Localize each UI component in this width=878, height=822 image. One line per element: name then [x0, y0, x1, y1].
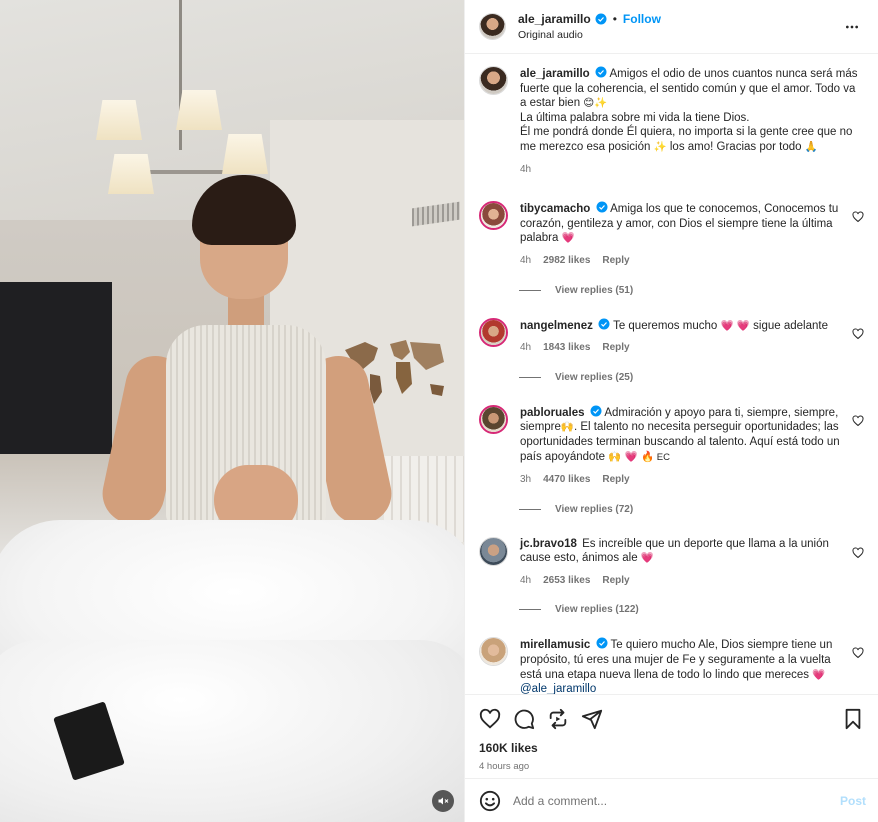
- verified-badge-icon: [590, 405, 602, 417]
- caption-time[interactable]: 4h: [520, 163, 531, 178]
- caption-text: La última palabra sobre mi vida la tiene…: [520, 111, 750, 124]
- comment-emoji: 🙌: [560, 421, 574, 434]
- share-paper-plane-icon[interactable]: [581, 708, 603, 730]
- comment-time[interactable]: 4h: [520, 341, 531, 356]
- view-replies-label: View replies (51): [555, 284, 634, 296]
- more-options-button[interactable]: [840, 15, 864, 39]
- reply-button[interactable]: Reply: [602, 574, 629, 589]
- comment-emoji: 🙌 💗 🔥: [608, 450, 655, 463]
- comment-username[interactable]: pabloruales: [520, 407, 585, 419]
- comment-text: sigue adelante: [749, 319, 828, 332]
- avatar[interactable]: [479, 536, 508, 566]
- separator-dot: •: [612, 12, 617, 26]
- view-replies-button[interactable]: View replies (122): [519, 604, 864, 615]
- author-username[interactable]: ale_jaramillo: [518, 12, 591, 26]
- avatar[interactable]: [479, 13, 506, 40]
- speaker-muted-icon: [438, 797, 449, 805]
- comment-emoji: 💗: [561, 232, 575, 245]
- emoji-picker-icon[interactable]: [479, 790, 501, 812]
- post-actions: 160K likes 4 hours ago: [465, 694, 878, 778]
- verified-badge-icon: [596, 201, 608, 213]
- avatar[interactable]: [479, 66, 508, 95]
- comment-emoji: 💗: [812, 668, 826, 681]
- post-dialog: ale_jaramillo • Follow Original audio al…: [0, 0, 878, 822]
- comment-username[interactable]: nangelmenez: [520, 320, 593, 332]
- like-comment-heart-icon[interactable]: [852, 547, 864, 559]
- post-timestamp[interactable]: 4 hours ago: [479, 761, 864, 772]
- comment-likes[interactable]: 1843 likes: [543, 341, 590, 356]
- avatar[interactable]: [479, 317, 508, 347]
- like-comment-heart-icon[interactable]: [852, 211, 864, 223]
- comment-likes[interactable]: 4470 likes: [543, 473, 590, 488]
- comment-time[interactable]: 4h: [520, 254, 531, 269]
- more-horizontal-icon: [846, 25, 858, 28]
- post-comment-button[interactable]: Post: [840, 794, 866, 808]
- follow-button[interactable]: Follow: [623, 12, 661, 26]
- view-replies-button[interactable]: View replies (72): [519, 504, 864, 515]
- comment-username[interactable]: jc.bravo18: [520, 538, 577, 550]
- comment-emoji: 💗 💗: [720, 319, 750, 332]
- comment-input[interactable]: [513, 793, 840, 808]
- like-heart-icon[interactable]: [479, 708, 501, 730]
- view-replies-label: View replies (25): [555, 371, 634, 383]
- post-caption: ale_jaramillo Amigos el odio de unos cua…: [479, 66, 864, 177]
- comment-time[interactable]: 4h: [520, 574, 531, 589]
- reply-button[interactable]: Reply: [602, 473, 629, 488]
- view-replies-button[interactable]: View replies (25): [519, 372, 864, 383]
- comment-username[interactable]: mirellamusic: [520, 639, 590, 651]
- avatar[interactable]: [479, 201, 508, 231]
- comment-item: jc.bravo18 Es increíble que un deporte q…: [479, 536, 864, 589]
- comment-bubble-icon[interactable]: [513, 708, 535, 730]
- post-side-panel: ale_jaramillo • Follow Original audio al…: [464, 0, 878, 822]
- post-video[interactable]: [0, 0, 464, 822]
- comment-emoji: 💗: [640, 552, 654, 565]
- comment-username[interactable]: tibycamacho: [520, 203, 590, 215]
- caption-username[interactable]: ale_jaramillo: [520, 68, 590, 80]
- post-header: ale_jaramillo • Follow Original audio: [465, 0, 878, 54]
- comments-list[interactable]: ale_jaramillo Amigos el odio de unos cua…: [465, 54, 878, 694]
- comment-text: Te queremos mucho: [613, 319, 721, 332]
- comment-likes[interactable]: 2982 likes: [543, 254, 590, 269]
- view-replies-label: View replies (122): [555, 604, 639, 616]
- comment-time[interactable]: 3h: [520, 473, 531, 488]
- audio-label[interactable]: Original audio: [518, 29, 840, 41]
- comment-likes[interactable]: 2653 likes: [543, 574, 590, 589]
- verified-badge-icon: [596, 637, 608, 649]
- like-comment-heart-icon[interactable]: [852, 327, 864, 340]
- verified-badge-icon: [598, 318, 610, 330]
- mute-button[interactable]: [432, 790, 454, 812]
- country-code: EC: [654, 451, 670, 463]
- avatar[interactable]: [479, 637, 508, 667]
- save-bookmark-icon[interactable]: [842, 708, 864, 730]
- caption-text: los amo! Gracias por todo: [666, 140, 805, 153]
- like-comment-heart-icon[interactable]: [852, 415, 864, 427]
- view-replies-button[interactable]: View replies (51): [519, 285, 864, 296]
- like-comment-heart-icon[interactable]: [852, 647, 864, 659]
- caption-emoji: 🙏: [804, 140, 818, 153]
- verified-badge-icon: [595, 13, 607, 25]
- verified-badge-icon: [595, 66, 607, 78]
- add-comment-bar: Post: [465, 778, 878, 822]
- comment-item: pabloruales Admiración y apoyo para ti, …: [479, 404, 864, 488]
- avatar[interactable]: [479, 404, 508, 434]
- caption-emoji: 😊✨: [583, 97, 608, 110]
- comment-item: nangelmenez Te queremos mucho 💗 💗 sigue …: [479, 317, 864, 356]
- remix-icon[interactable]: [547, 708, 569, 730]
- user-mention-link[interactable]: @ale_jaramillo: [520, 683, 596, 694]
- reply-button[interactable]: Reply: [602, 254, 629, 269]
- likes-count[interactable]: 160K likes: [479, 741, 864, 755]
- view-replies-label: View replies (72): [555, 503, 634, 515]
- caption-emoji: ✨: [653, 140, 667, 153]
- reply-button[interactable]: Reply: [602, 341, 629, 356]
- comment-item: tibycamacho Amiga los que te conocemos, …: [479, 201, 864, 268]
- comment-item: mirellamusic Te quiero mucho Ale, Dios s…: [479, 637, 864, 694]
